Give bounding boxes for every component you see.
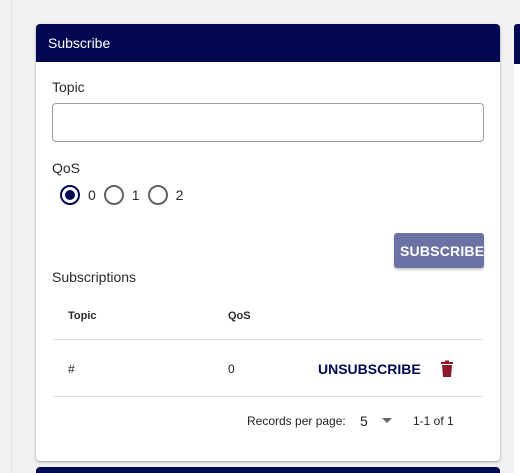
pagination: Records per page: 5 1-1 of 1 — [52, 408, 484, 434]
qos-radio-0[interactable] — [60, 185, 80, 205]
trash-icon[interactable] — [437, 359, 457, 379]
chevron-down-icon — [382, 418, 392, 423]
subscribe-button[interactable]: SUBSCRIBE — [394, 233, 484, 268]
qos-label: QoS — [52, 160, 81, 176]
adjacent-card-header — [514, 24, 520, 64]
qos-radio-0-label: 0 — [88, 187, 96, 203]
qos-radio-1[interactable] — [103, 185, 124, 205]
next-card-header — [36, 467, 500, 473]
row-topic: # — [68, 362, 75, 376]
column-header-qos: QoS — [228, 310, 251, 322]
qos-radio-2-label: 2 — [175, 187, 184, 203]
topic-label: Topic — [52, 79, 85, 95]
records-per-page-value: 5 — [360, 413, 368, 429]
left-panel-edge — [0, 0, 12, 473]
records-per-page-label: Records per page: — [247, 414, 346, 428]
topic-input[interactable] — [52, 103, 484, 142]
subscriptions-table: Topic QoS # 0 UNSUBSCRIBE Records per pa… — [52, 294, 484, 429]
qos-radio-1-label: 1 — [131, 187, 140, 203]
adjacent-card — [514, 64, 520, 473]
table-header: Topic QoS — [52, 294, 484, 340]
column-header-topic: Topic — [68, 310, 97, 322]
table-row: # 0 UNSUBSCRIBE — [52, 340, 484, 397]
card-header: Subscribe — [36, 24, 500, 62]
subscribe-card: Subscribe Topic QoS 0 1 2 SUBSCRIBE Subs… — [36, 24, 500, 461]
pagination-range: 1-1 of 1 — [413, 414, 454, 428]
subscriptions-title: Subscriptions — [52, 269, 137, 285]
row-qos: 0 — [228, 362, 235, 376]
unsubscribe-button[interactable]: UNSUBSCRIBE — [310, 355, 429, 383]
qos-radio-2[interactable] — [147, 185, 168, 205]
records-per-page-select[interactable]: 5 — [354, 409, 396, 433]
qos-radio-group: 0 1 2 — [60, 185, 191, 205]
